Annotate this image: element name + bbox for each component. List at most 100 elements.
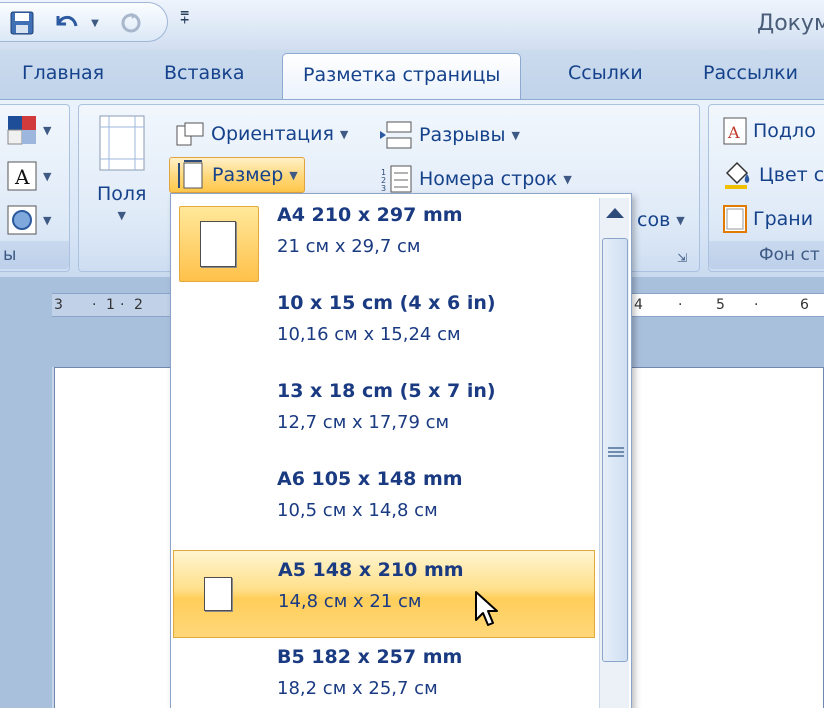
size-option-13x18[interactable]: 13 x 18 cm (5 x 7 in) 12,7 см x 17,79 см	[173, 372, 595, 460]
ruler-mark: 1	[106, 297, 115, 313]
breaks-button[interactable]: Разрывы ▼	[379, 121, 520, 149]
breaks-label: Разрывы	[419, 124, 506, 146]
undo-dropdown-icon[interactable]: ▼	[88, 9, 102, 37]
margins-button[interactable]: Поля ▼	[97, 115, 147, 222]
watermark-icon: A	[723, 117, 747, 145]
breaks-dropdown-icon: ▼	[511, 128, 520, 142]
svg-text:A: A	[14, 165, 30, 189]
theme-effects-button[interactable]: ▼	[7, 205, 51, 235]
margins-label: Поля	[97, 183, 147, 205]
ruler-mark: 3	[54, 297, 63, 313]
themes-group: ▼ A ▼ ▼ ы	[0, 104, 70, 272]
gallery-scrollbar[interactable]	[599, 198, 629, 708]
title-bar: ▼ ⩱ Докум	[0, 0, 824, 50]
line-numbers-icon: 123	[381, 165, 412, 193]
grip-line	[608, 455, 624, 457]
size-option-name: 13 x 18 cm (5 x 7 in)	[277, 380, 496, 402]
size-option-a6[interactable]: A6 105 x 148 mm 10,5 см x 14,8 см	[173, 460, 595, 548]
size-option-a5[interactable]: A5 148 x 210 mm 14,8 см x 21 см	[173, 550, 595, 638]
orientation-button[interactable]: Ориентация ▼	[175, 121, 348, 147]
size-dropdown-icon: ▼	[289, 168, 298, 182]
ruler-mark: 6	[800, 297, 809, 313]
ruler-mark: ·	[120, 297, 125, 313]
mouse-pointer-icon	[475, 591, 498, 626]
size-option-dims: 12,7 см x 17,79 см	[277, 412, 450, 433]
page-color-label: Цвет с	[759, 164, 824, 186]
orientation-label: Ориентация	[211, 123, 334, 145]
scrollbar-thumb[interactable]	[602, 238, 628, 662]
tab-page-layout[interactable]: Разметка страницы	[282, 53, 522, 101]
hyphenation-label: сов	[637, 209, 671, 231]
size-option-dims: 21 см x 29,7 см	[277, 236, 421, 257]
hyphenation-dropdown-icon: ▼	[676, 213, 685, 227]
svg-text:3: 3	[381, 184, 386, 193]
theme-effects-icon	[7, 205, 37, 235]
size-option-name: A5 148 x 210 mm	[278, 559, 464, 581]
selected-indicator	[179, 206, 259, 282]
tab-home[interactable]: Главная	[22, 62, 104, 84]
size-option-name: A4 210 x 297 mm	[277, 204, 463, 226]
ruler-mark: 2	[134, 297, 143, 313]
page-portrait-icon	[204, 577, 232, 611]
watermark-label: Подло	[753, 120, 816, 142]
line-numbers-label: Номера строк	[419, 168, 558, 190]
paint-bucket-icon	[725, 161, 750, 189]
scroll-up-icon[interactable]	[606, 208, 624, 218]
tab-mailings[interactable]: Рассылки	[703, 62, 798, 84]
size-option-dims: 14,8 см x 21 см	[278, 591, 422, 612]
watermark-button[interactable]: A Подло	[723, 117, 816, 145]
window-title: Докум	[757, 11, 824, 36]
page-borders-button[interactable]: Грани	[723, 205, 813, 233]
orientation-icon	[176, 122, 204, 146]
size-option-dims: 10,5 см x 14,8 см	[277, 500, 438, 521]
theme-fonts-button[interactable]: A ▼	[7, 161, 51, 191]
page-color-button[interactable]: Цвет с	[723, 161, 824, 189]
orientation-dropdown-icon: ▼	[339, 127, 349, 141]
ruler-mark: ·	[92, 297, 97, 313]
ruler-mark: ·	[754, 297, 759, 313]
svg-text:A: A	[727, 123, 740, 142]
save-button[interactable]	[6, 9, 38, 37]
size-option-a4[interactable]: A4 210 x 297 mm 21 см x 29,7 см	[173, 196, 595, 284]
redo-button[interactable]	[116, 9, 146, 37]
margins-dropdown-icon: ▼	[117, 209, 126, 222]
theme-colors-icon	[7, 116, 36, 145]
save-icon	[10, 11, 34, 35]
theme-colors-button[interactable]: ▼	[7, 115, 51, 145]
size-label: Размер	[212, 164, 284, 186]
margins-icon	[99, 115, 145, 171]
line-numbers-button[interactable]: 123 Номера строк ▼	[379, 165, 572, 193]
page-background-group: A Подло Цвет с Грани Фон ст	[708, 104, 824, 272]
size-option-name: B5 182 x 257 mm	[277, 646, 463, 668]
size-option-name: 10 x 15 cm (4 x 6 in)	[277, 292, 496, 314]
page-portrait-icon	[200, 221, 236, 267]
dialog-launcher-icon[interactable]: ⇲	[677, 251, 687, 265]
page-borders-label: Грани	[753, 208, 814, 230]
redo-icon	[121, 13, 141, 33]
ruler-mark: ·	[678, 297, 683, 313]
size-option-b5[interactable]: B5 182 x 257 mm 18,2 см x 25,7 см	[173, 638, 595, 708]
size-option-dims: 10,16 см x 15,24 см	[277, 324, 461, 345]
ruler-mark: 5	[716, 297, 725, 313]
page-background-group-label: Фон ст	[709, 241, 824, 269]
grip-line	[608, 451, 624, 453]
ribbon-tabs: Главная Вставка Разметка страницы Ссылки…	[0, 50, 824, 101]
quick-access-toolbar: ▼	[0, 2, 168, 42]
undo-icon	[56, 15, 78, 27]
hyphenation-button[interactable]: сов ▼	[637, 209, 685, 231]
page-size-gallery: A4 210 x 297 mm 21 см x 29,7 см 10 x 15 …	[170, 193, 632, 708]
grip-line	[608, 447, 624, 449]
size-option-10x15[interactable]: 10 x 15 cm (4 x 6 in) 10,16 см x 15,24 с…	[173, 284, 595, 372]
theme-fonts-icon: A	[7, 161, 37, 191]
breaks-icon	[380, 121, 412, 149]
size-option-name: A6 105 x 148 mm	[277, 468, 463, 490]
customize-qat-icon[interactable]: ⩱	[180, 8, 189, 28]
tab-insert[interactable]: Вставка	[164, 62, 245, 84]
tab-references[interactable]: Ссылки	[568, 62, 643, 84]
undo-button[interactable]	[48, 9, 84, 37]
size-button[interactable]: Размер ▼	[169, 157, 305, 193]
size-option-dims: 18,2 см x 25,7 см	[277, 678, 438, 699]
page-borders-icon	[723, 205, 747, 233]
ruler-mark: 4	[634, 297, 643, 313]
themes-group-label: ы	[0, 241, 69, 269]
